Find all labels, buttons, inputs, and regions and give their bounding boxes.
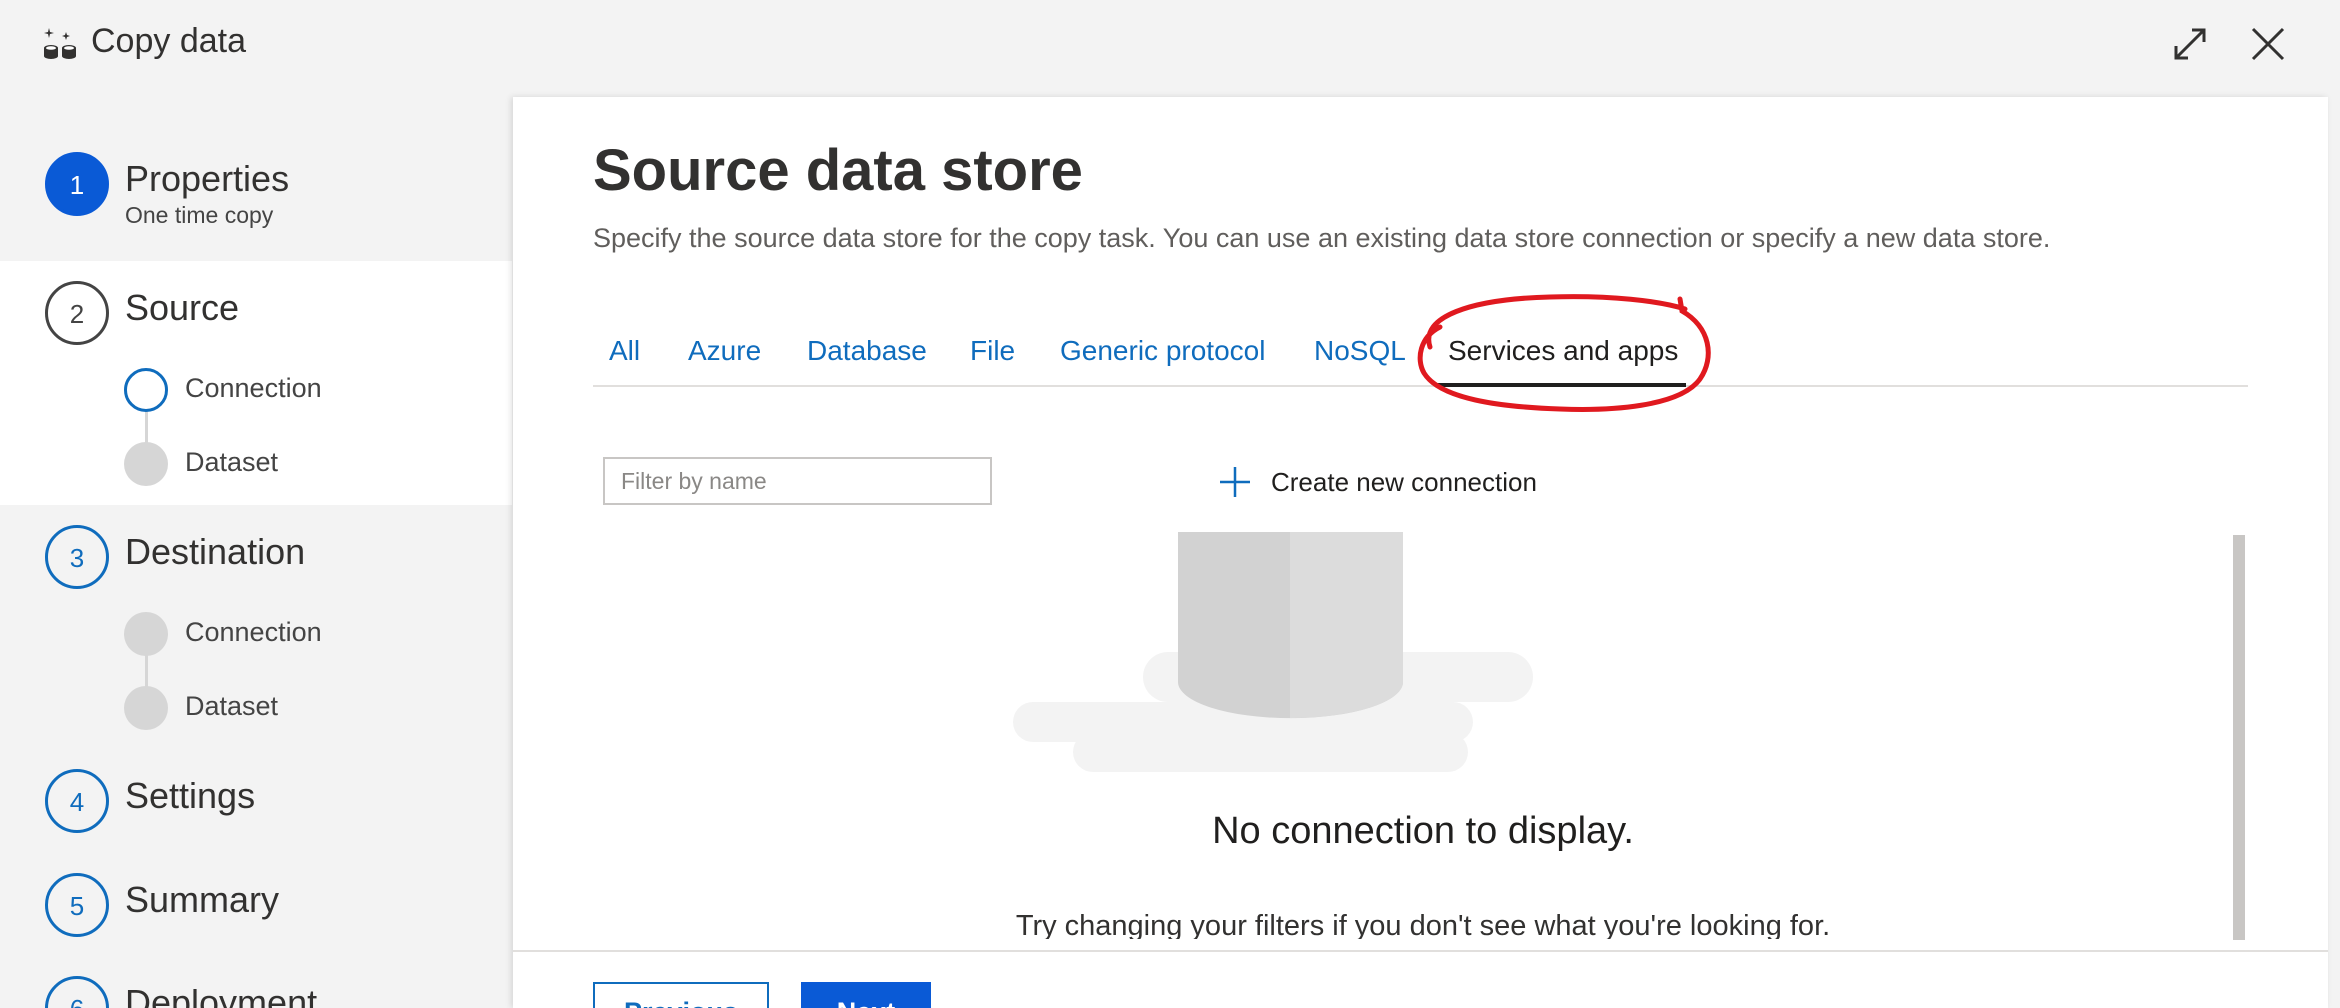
dialog-title: Copy data [91,22,246,60]
substep-source-connection[interactable]: Connection [185,373,322,404]
tab-nosql[interactable]: NoSQL [1314,335,1406,367]
step-number-badge: 2 [45,281,109,345]
substep-indicator [124,686,168,730]
connection-list-empty-state: No connection to display. Try changing y… [593,532,2253,939]
active-tab-indicator [1436,383,1686,387]
empty-database-illustration [1013,532,1533,772]
step-label: Destination [125,531,306,572]
filter-input[interactable] [603,457,992,505]
wizard-stepper: 1 Properties One time copy 2 Source Conn… [0,92,512,1008]
substep-indicator-current [124,368,168,412]
expand-icon[interactable] [2170,24,2210,64]
category-tabs: All Azure Database File Generic protocol… [593,327,2248,387]
step-number-badge: 5 [45,873,109,937]
substep-source-dataset[interactable]: Dataset [185,447,278,478]
substep-indicator [124,442,168,486]
tab-all[interactable]: All [609,335,640,367]
next-button[interactable]: Next [801,982,931,1008]
create-new-connection-label: Create new connection [1271,467,1537,497]
copy-data-icon [44,28,76,59]
substep-destination-dataset[interactable]: Dataset [185,691,278,722]
footer-divider [513,950,2328,952]
tab-database[interactable]: Database [807,335,927,367]
step-number-badge: 4 [45,769,109,833]
step-number-badge: 6 [45,976,109,1008]
tab-azure[interactable]: Azure [688,335,761,367]
substep-destination-connection[interactable]: Connection [185,617,322,648]
step-label: Deployment [125,982,318,1008]
dialog-header: Copy data [0,0,2340,92]
plus-icon [1220,467,1250,497]
step-sublabel: One time copy [125,202,274,228]
empty-state-subtitle: Try changing your filters if you don't s… [1015,910,1831,939]
page-description: Specify the source data store for the co… [593,223,2051,253]
tab-file[interactable]: File [970,335,1015,367]
source-data-store-panel: Source data store Specify the source dat… [513,97,2328,1008]
substep-indicator [124,612,168,656]
step-number-badge: 3 [45,525,109,589]
previous-button[interactable]: Previous [593,982,769,1008]
list-scrollbar[interactable] [2233,535,2245,940]
step-label: Properties [125,158,290,199]
step-number-badge: 1 [45,152,109,216]
step-label: Source [125,287,240,328]
step-label: Summary [125,879,280,920]
empty-state-title: No connection to display. [1212,810,1634,852]
close-icon[interactable] [2248,24,2288,64]
tab-services-and-apps[interactable]: Services and apps [1448,335,1678,367]
step-label: Settings [125,775,256,816]
tab-generic-protocol[interactable]: Generic protocol [1060,335,1265,367]
page-title: Source data store [593,138,1083,203]
